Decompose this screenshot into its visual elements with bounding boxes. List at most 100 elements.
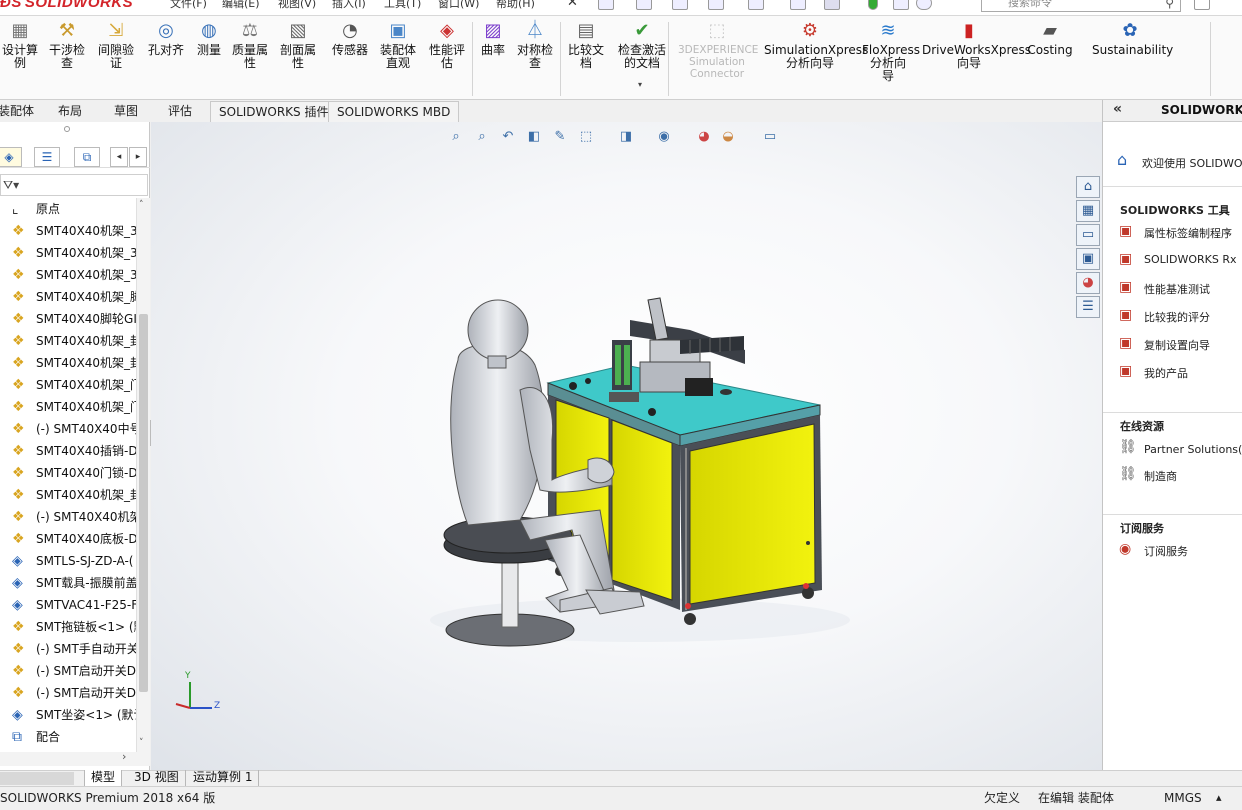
tree-component[interactable]: ❖ SMT拖链板<1> (默 xyxy=(0,616,136,638)
tree-component[interactable]: ◈ SMTVAC41-F25-F xyxy=(0,594,136,616)
search-commands-input[interactable]: 搜索命令 ⚲ xyxy=(981,0,1181,12)
unit-system[interactable]: MMGS xyxy=(1164,787,1202,809)
tree-component[interactable]: ❖ SMT40X40机架_封 xyxy=(0,484,136,506)
tree-component[interactable]: ❖ (-) SMT40X40中号 xyxy=(0,418,136,440)
graphics-area[interactable]: ⌕ ⌕ ↶ ◧ ✎ ⬚ ◨ ◉ ◕ ◒ ▭ ⧏ ⧐ – ❐ ✕ xyxy=(151,122,1102,770)
check-document-dropdown-icon[interactable]: ▾ xyxy=(638,80,642,89)
custom-properties-icon[interactable]: ☰ xyxy=(1076,296,1100,318)
scroll-right-icon[interactable]: › xyxy=(122,750,126,763)
tree-component[interactable]: ❖ SMT40X40机架_封 xyxy=(0,330,136,352)
tree-component[interactable]: ❖ SMT40X40机架_封 xyxy=(0,352,136,374)
tree-component[interactable]: ❖ SMT40X40机架_脚 xyxy=(0,286,136,308)
tool-curvature-button[interactable]: ▨ 曲率 xyxy=(478,20,508,57)
tree-component[interactable]: ❖ SMT40X40机架_3 xyxy=(0,220,136,242)
menu-tools[interactable]: 工具(T) xyxy=(384,0,421,11)
tree-vertical-scrollbar[interactable]: ˄ ˅ xyxy=(136,198,150,754)
tree-component[interactable]: ❖ SMT40X40脚轮GI xyxy=(0,308,136,330)
sw-resources-home-icon[interactable]: ⌂ xyxy=(1076,176,1100,198)
file-properties-icon[interactable] xyxy=(893,0,909,10)
tree-component[interactable]: ◈ SMTLS-SJ-ZD-A-( xyxy=(0,550,136,572)
tool-sustainability-button[interactable]: ✿ Sustainability xyxy=(1092,20,1173,57)
view-palette-icon[interactable]: ▣ xyxy=(1076,248,1100,270)
assembly-model[interactable]: Y Z xyxy=(151,122,1102,770)
save-icon[interactable] xyxy=(708,0,724,10)
tab-scroll-left-icon[interactable]: ◂ xyxy=(110,147,128,167)
design-library-icon[interactable]: ▦ xyxy=(1076,200,1100,222)
tree-component[interactable]: ❖ (-) SMT启动开关D xyxy=(0,660,136,682)
menu-view[interactable]: 视图(V) xyxy=(278,0,316,11)
tool-costing-button[interactable]: ▰ Costing xyxy=(1026,20,1074,57)
print-icon[interactable] xyxy=(748,0,764,10)
new-document-icon[interactable] xyxy=(598,0,614,10)
open-file-icon[interactable] xyxy=(672,0,688,10)
unit-system-dropdown-icon[interactable]: ▴ xyxy=(1216,787,1222,809)
tool-design-study-button[interactable]: ▦ 设计算 例 xyxy=(0,20,40,70)
scroll-down-icon[interactable]: ˅ xyxy=(139,738,144,748)
open-icon[interactable] xyxy=(636,0,652,10)
tab-scroll-right-icon[interactable]: ▸ xyxy=(129,147,147,167)
scroll-up-icon[interactable]: ˄ xyxy=(139,200,144,210)
tree-mates[interactable]: ⧉ 配合 xyxy=(0,726,136,748)
tab-nav-scroller[interactable] xyxy=(0,772,74,785)
tool-interference-check-button[interactable]: ⚒ 干涉检 查 xyxy=(46,20,88,70)
tree-component[interactable]: ❖ (-) SMT40X40机架 xyxy=(0,506,136,528)
tree-component[interactable]: ❖ SMT40X40插销-D xyxy=(0,440,136,462)
tool-section-properties-button[interactable]: ▧ 剖面属 性 xyxy=(276,20,320,70)
tree-component[interactable]: ◈ SMT坐姿<1> (默认 xyxy=(0,704,136,726)
tab-evaluate[interactable]: 评估 xyxy=(160,101,200,122)
tree-horizontal-scrollbar[interactable]: › xyxy=(0,750,150,766)
tab-motion-study-1[interactable]: 运动算例 1 xyxy=(187,770,260,786)
tree-component[interactable]: ◈ SMT载具-振膜前盖 xyxy=(0,572,136,594)
splitter-handle[interactable] xyxy=(64,126,70,132)
tree-component[interactable]: ❖ SMT40X40机架_3 xyxy=(0,264,136,286)
tool-floxpress-button[interactable]: ≋ FloXpress 分析向 导 xyxy=(862,20,920,83)
tree-component[interactable]: ❖ SMT40X40门锁-D xyxy=(0,462,136,484)
tab-sketch[interactable]: 草图 xyxy=(106,101,146,122)
tree-component[interactable]: ❖ (-) SMT启动开关D xyxy=(0,682,136,704)
menu-insert[interactable]: 插入(I) xyxy=(332,0,366,11)
tree-component[interactable]: ❖ SMT40X40机架_门 xyxy=(0,396,136,418)
property-manager-tab-icon[interactable]: ☰ xyxy=(34,147,60,167)
tree-component[interactable]: ❖ SMT40X40底板-D xyxy=(0,528,136,550)
tool-symmetry-check-button[interactable]: ⏃ 对称检 查 xyxy=(514,20,556,70)
tab-layout[interactable]: 布局 xyxy=(50,101,90,122)
tool-compare-documents-button[interactable]: ▤ 比较文 档 xyxy=(566,20,606,70)
filter-icon[interactable]: ⛛▾ xyxy=(3,178,19,192)
file-explorer-icon[interactable]: ▭ xyxy=(1076,224,1100,246)
tool-driveworksxpress-button[interactable]: ▮ DriveWorksXpress 向导 xyxy=(922,20,1031,70)
search-icon[interactable]: ⚲ xyxy=(1165,0,1174,11)
menu-help[interactable]: 帮助(H) xyxy=(496,0,535,11)
tab-assembly[interactable]: 装配体 xyxy=(0,101,42,122)
tool-mass-properties-button[interactable]: ⚖ 质量属 性 xyxy=(228,20,272,70)
tree-origin[interactable]: ⌞ 原点 xyxy=(0,198,136,220)
tree-scroll-thumb[interactable] xyxy=(139,314,148,692)
tree-component[interactable]: ❖ (-) SMT手自动开关 xyxy=(0,638,136,660)
menu-window[interactable]: 窗口(W) xyxy=(438,0,479,11)
tool-assemblyxpert-button[interactable]: ▣ 装配体 直观 xyxy=(376,20,420,70)
configuration-manager-tab-icon[interactable]: ⧉ xyxy=(74,147,100,167)
collapse-pane-icon[interactable]: « xyxy=(1113,101,1122,117)
tree-filter[interactable]: ⛛▾ xyxy=(0,174,148,196)
solidworks-logo[interactable]: ƉS SOLIDWORKS xyxy=(0,0,133,14)
tool-simulationxpress-button[interactable]: ⚙ SimulationXpress 分析向导 xyxy=(764,20,868,70)
tree-component[interactable]: ❖ SMT40X40机架_门 xyxy=(0,374,136,396)
tab-solidworks-addins[interactable]: SOLIDWORKS 插件 xyxy=(210,101,338,122)
menu-edit[interactable]: 编辑(E) xyxy=(222,0,260,11)
tree-component[interactable]: ❖ SMT40X40机架_3 xyxy=(0,242,136,264)
feature-manager-tab-icon[interactable]: ◈ xyxy=(0,147,22,167)
tool-performance-evaluation-button[interactable]: ◈ 性能评 估 xyxy=(426,20,468,70)
tab-model[interactable]: 模型 xyxy=(84,770,123,786)
tool-check-active-document-button[interactable]: ✔ 检查激活 的文档 xyxy=(614,20,670,70)
tool-clearance-verification-button[interactable]: ⇲ 间隙验 证 xyxy=(94,20,138,70)
menu-file[interactable]: 文件(F) xyxy=(170,0,207,11)
tool-sensor-button[interactable]: ◔ 传感器 xyxy=(328,20,372,57)
tab-3d-views[interactable]: 3D 视图 xyxy=(128,770,186,786)
select-icon[interactable] xyxy=(824,0,840,10)
appearances-icon[interactable]: ◕ xyxy=(1076,272,1100,294)
help-icon[interactable] xyxy=(1194,0,1210,10)
rebuild-icon[interactable] xyxy=(868,0,878,10)
tool-hole-alignment-button[interactable]: ◎ 孔对齐 xyxy=(144,20,188,57)
tool-measure-button[interactable]: ◍ 测量 xyxy=(192,20,226,57)
undo-icon[interactable] xyxy=(790,0,806,10)
tab-solidworks-mbd[interactable]: SOLIDWORKS MBD xyxy=(328,101,460,122)
